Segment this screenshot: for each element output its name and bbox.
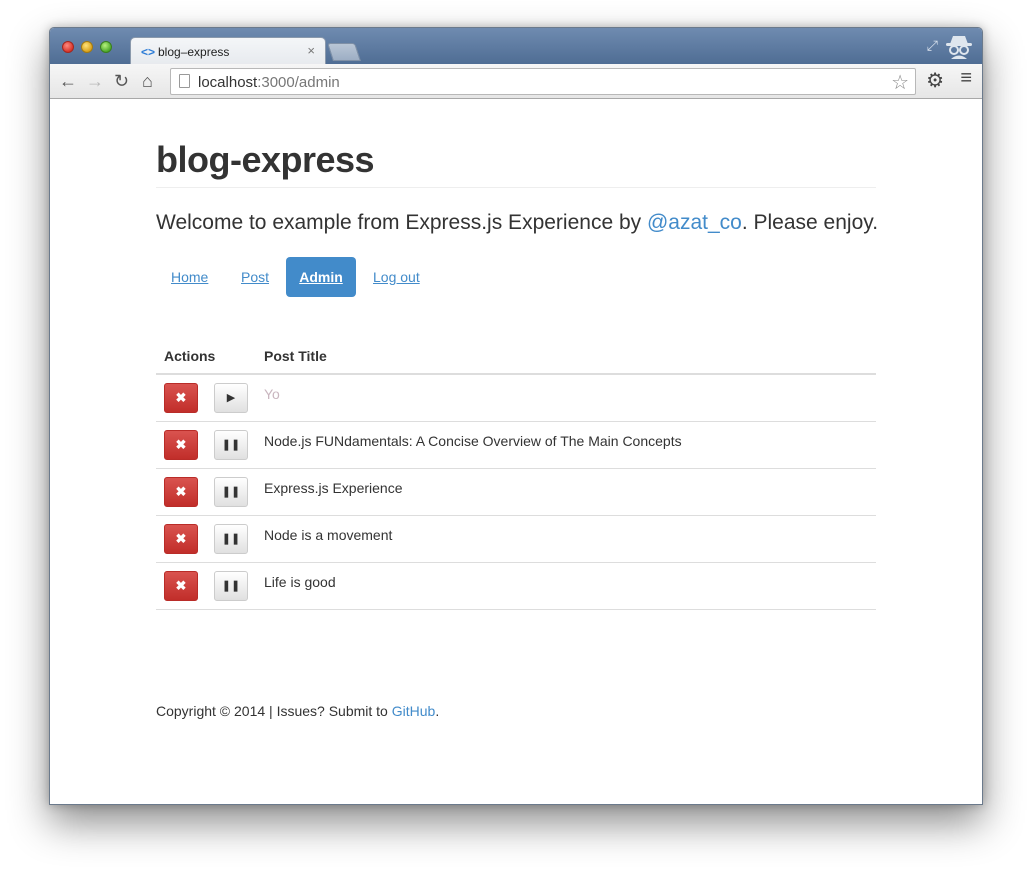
reload-icon[interactable]: ↻ <box>114 70 129 92</box>
unpublish-post-button[interactable]: ❚❚ <box>214 524 248 554</box>
column-header-post-title: Post Title <box>264 348 327 364</box>
post-title: Life is good <box>264 574 336 590</box>
publish-post-button[interactable]: ▶ <box>214 383 248 413</box>
title-bar: <> blog–express × ⤢ <box>50 28 982 65</box>
forward-arrow-icon[interactable]: → <box>86 70 104 92</box>
browser-toolbar: ← → ↻ ⌂ localhost:3000/admin ☆ ⚙ ≡ <box>50 64 982 99</box>
header-divider <box>156 187 876 188</box>
incognito-icon <box>946 36 972 59</box>
author-link[interactable]: @azat_co <box>647 211 742 234</box>
menu-icon[interactable]: ≡ <box>960 67 972 90</box>
delete-post-button[interactable]: ✖ <box>164 524 198 554</box>
nav-admin[interactable]: Admin <box>286 257 356 297</box>
delete-post-button[interactable]: ✖ <box>164 383 198 413</box>
delete-post-button[interactable]: ✖ <box>164 477 198 507</box>
page-icon <box>179 74 190 88</box>
unpublish-post-button[interactable]: ❚❚ <box>214 477 248 507</box>
table-row: ✖ ❚❚ Life is good <box>156 563 876 610</box>
tab-title: blog–express <box>158 45 230 59</box>
page-content: blog-express Welcome to example from Exp… <box>50 99 982 804</box>
table-row: ✖ ❚❚ Node is a movement <box>156 516 876 563</box>
footer-suffix: . <box>435 703 440 719</box>
site-title: blog-express <box>156 139 375 180</box>
welcome-lead: Welcome to example from Express.js Exper… <box>156 211 878 235</box>
home-icon[interactable]: ⌂ <box>142 70 153 92</box>
express-favicon-icon: <> <box>141 45 156 59</box>
unpublish-post-button[interactable]: ❚❚ <box>214 571 248 601</box>
nav-post[interactable]: Post <box>226 257 284 297</box>
post-title: Node.js FUNdamentals: A Concise Overview… <box>264 433 682 449</box>
footer: Copyright © 2014 | Issues? Submit to Git… <box>156 703 439 719</box>
address-bar[interactable]: localhost:3000/admin ☆ <box>170 68 916 95</box>
nav-home[interactable]: Home <box>156 257 223 297</box>
post-title: Express.js Experience <box>264 480 403 496</box>
browser-window: <> blog–express × ⤢ ← → ↻ ⌂ localhost:30… <box>49 27 983 805</box>
browser-tab[interactable]: <> blog–express × <box>130 37 326 65</box>
url-host: localhost <box>198 74 258 91</box>
lead-suffix: . Please enjoy. <box>741 211 879 234</box>
lead-prefix: Welcome to example from Express.js Exper… <box>156 211 647 234</box>
desktop: <> blog–express × ⤢ ← → ↻ ⌂ localhost:30… <box>0 0 1032 876</box>
maximize-window-button[interactable] <box>100 41 112 53</box>
fullscreen-icon[interactable]: ⤢ <box>927 37 938 54</box>
post-title: Node is a movement <box>264 527 393 543</box>
back-arrow-icon[interactable]: ← <box>59 70 77 92</box>
tab-close-icon[interactable]: × <box>307 43 315 58</box>
url-path: :3000/admin <box>257 74 340 91</box>
delete-post-button[interactable]: ✖ <box>164 571 198 601</box>
new-tab-button[interactable] <box>327 43 361 61</box>
github-link[interactable]: GitHub <box>392 703 436 719</box>
url-text: localhost:3000/admin <box>198 74 340 91</box>
footer-copyright: Copyright © 2014 | Issues? Submit to <box>156 703 392 719</box>
unpublish-post-button[interactable]: ❚❚ <box>214 430 248 460</box>
nav-logout[interactable]: Log out <box>358 257 435 297</box>
column-header-actions: Actions <box>164 348 216 364</box>
minimize-window-button[interactable] <box>81 41 93 53</box>
table-row: ✖ ❚❚ Node.js FUNdamentals: A Concise Ove… <box>156 422 876 469</box>
delete-post-button[interactable]: ✖ <box>164 430 198 460</box>
close-window-button[interactable] <box>62 41 74 53</box>
table-row: ✖ ❚❚ Express.js Experience <box>156 469 876 516</box>
bookmark-star-icon[interactable]: ☆ <box>891 70 909 95</box>
post-title: Yo <box>264 386 280 402</box>
gear-icon[interactable]: ⚙ <box>926 68 944 93</box>
table-row: ✖ ▶ Yo <box>156 375 876 422</box>
